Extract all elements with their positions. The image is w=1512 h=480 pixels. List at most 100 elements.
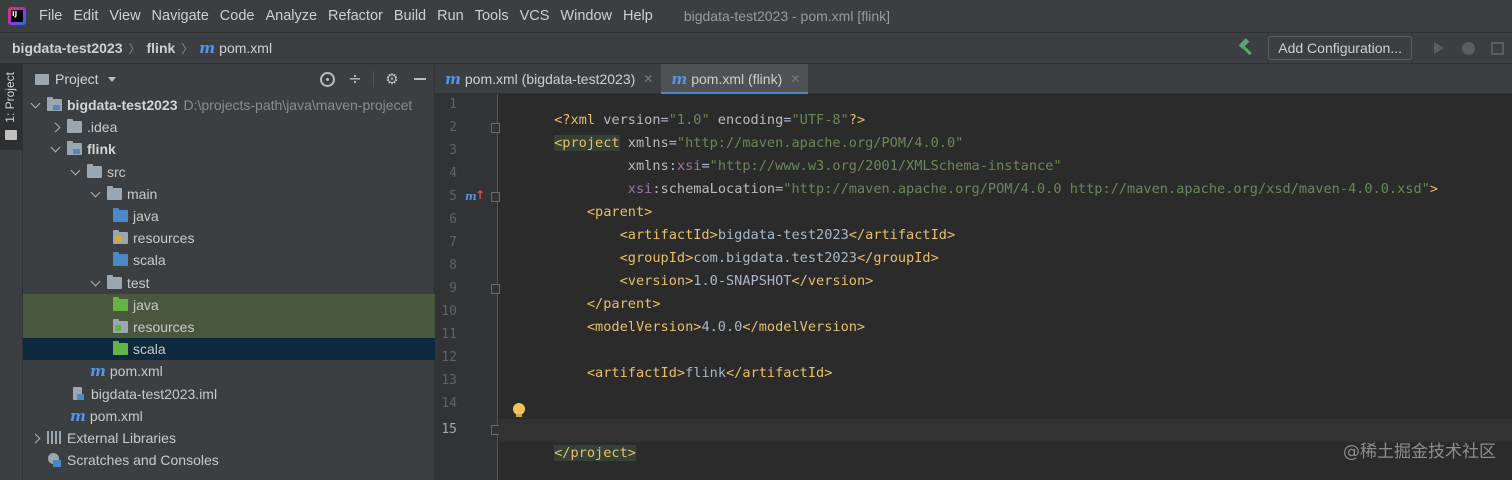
close-icon[interactable]: ✕	[790, 72, 800, 86]
line-number: 5	[449, 189, 457, 204]
menu-edit[interactable]: Edit	[73, 8, 98, 24]
line-number: 15	[441, 422, 457, 437]
arrow-up-icon[interactable]: ↑	[475, 188, 485, 202]
tree-item-project-root[interactable]: bigdata-test2023 D:\projects-path\java\m…	[23, 94, 435, 116]
chevron-down-icon[interactable]	[107, 76, 116, 82]
breadcrumb-project[interactable]: bigdata-test2023	[12, 40, 122, 56]
add-configuration-button[interactable]: Add Configuration...	[1268, 36, 1412, 60]
lightbulb-icon[interactable]	[513, 403, 525, 417]
watermark: @稀土掘金技术社区	[1343, 442, 1496, 462]
tree-item-label: Scratches and Consoles	[67, 452, 219, 469]
menu-analyze[interactable]: Analyze	[265, 8, 317, 24]
xml-tag: <artifactId>	[586, 365, 686, 381]
tree-item-iml[interactable]: bigdata-test2023.iml	[23, 382, 435, 404]
close-icon[interactable]: ✕	[643, 72, 653, 86]
line-number: 14	[441, 396, 457, 411]
tree-item-label: scala	[133, 341, 166, 358]
menu-code[interactable]: Code	[220, 8, 255, 24]
tree-item-label: test	[127, 274, 150, 291]
folder-icon	[87, 163, 102, 178]
xml-tag: </modelVersion>	[742, 319, 866, 335]
tree-item-flink-pom[interactable]: m pom.xml	[23, 360, 435, 382]
folder-icon	[107, 274, 122, 289]
test-resources-folder-icon	[113, 318, 128, 333]
chevron-down-icon[interactable]	[49, 143, 61, 155]
chevron-down-icon[interactable]	[89, 188, 101, 200]
tree-item-flink[interactable]: flink	[23, 138, 435, 160]
test-folder-icon	[113, 296, 128, 311]
chevron-down-icon[interactable]	[29, 99, 41, 111]
menu-run[interactable]: Run	[437, 8, 464, 24]
run-toolbar: Add Configuration...	[1237, 33, 1512, 63]
tree-item-test[interactable]: test	[23, 272, 435, 294]
menu-refactor[interactable]: Refactor	[328, 8, 383, 24]
menu-view[interactable]: View	[109, 8, 140, 24]
tree-item-main-java[interactable]: java	[23, 205, 435, 227]
locate-icon[interactable]	[320, 71, 335, 87]
tab-label: pom.xml (flink)	[691, 71, 783, 87]
code-editor[interactable]: 1 2 3 4 5 6 7 8 9 10 11 12 13 14 15 m ↑ …	[435, 94, 1512, 480]
tree-item-src[interactable]: src	[23, 161, 435, 183]
menu-help[interactable]: Help	[623, 8, 653, 24]
menu-tools[interactable]: Tools	[475, 8, 509, 24]
editor-tab-bar: m pom.xml (bigdata-test2023) ✕ m pom.xml…	[435, 64, 1512, 95]
tree-item-label: bigdata-test2023	[67, 97, 178, 114]
xml-tag: </version>	[791, 273, 874, 289]
fold-marker[interactable]	[491, 123, 500, 133]
tab-pom-flink[interactable]: m pom.xml (flink) ✕	[661, 64, 809, 95]
menu-window[interactable]: Window	[560, 8, 612, 24]
left-tool-strip: 1: Project	[0, 64, 23, 480]
project-tool-tab-label: 1: Project	[3, 72, 17, 123]
tree-item-main-resources[interactable]: resources	[23, 227, 435, 249]
attribute-name: schemaLocation	[660, 181, 776, 197]
folder-icon	[107, 185, 122, 200]
hammer-icon[interactable]	[1237, 39, 1255, 57]
breadcrumb-file[interactable]: pom.xml	[219, 40, 272, 56]
tree-item-test-scala[interactable]: scala	[23, 338, 435, 361]
breadcrumb-module[interactable]: flink	[147, 40, 176, 56]
test-folder-icon	[113, 341, 128, 356]
coverage-icon[interactable]	[1491, 41, 1504, 55]
xml-tag: <modelVersion>	[586, 319, 702, 335]
tree-item-test-resources[interactable]: resources	[23, 315, 435, 339]
fold-marker[interactable]	[491, 284, 500, 294]
collapse-all-icon[interactable]	[347, 71, 363, 87]
source-folder-icon	[113, 252, 128, 267]
chevron-down-icon[interactable]	[89, 277, 101, 289]
chevron-right-icon[interactable]	[49, 121, 61, 133]
tree-item-main-scala[interactable]: scala	[23, 249, 435, 271]
tree-item-main[interactable]: main	[23, 183, 435, 205]
tree-item-test-java[interactable]: java	[23, 293, 435, 316]
project-tool-tab[interactable]: 1: Project	[0, 64, 22, 150]
tree-item-external-libraries[interactable]: External Libraries	[23, 427, 435, 449]
maven-file-icon: m	[199, 39, 216, 57]
tree-item-label: .idea	[87, 119, 118, 136]
minimize-icon[interactable]	[414, 78, 426, 80]
menu-vcs[interactable]: VCS	[520, 8, 550, 24]
line-number: 7	[449, 235, 457, 250]
folder-icon	[35, 73, 49, 85]
navigation-bar: bigdata-test2023 〉 flink 〉 m pom.xml Add…	[0, 32, 1512, 64]
tree-item-idea[interactable]: .idea	[23, 116, 435, 138]
menu-build[interactable]: Build	[394, 8, 426, 24]
module-folder-icon	[67, 141, 82, 156]
maven-file-icon: m	[671, 70, 688, 88]
maven-file-icon: m	[90, 362, 106, 381]
fold-marker[interactable]	[491, 192, 500, 202]
tree-item-root-pom[interactable]: m pom.xml	[23, 405, 435, 427]
tree-item-label: java	[133, 296, 159, 313]
toolbar-divider	[373, 71, 374, 87]
xml-tag: </project>	[554, 445, 636, 461]
chevron-right-icon: 〉	[128, 41, 141, 56]
menu-navigate[interactable]: Navigate	[152, 8, 209, 24]
tab-pom-root[interactable]: m pom.xml (bigdata-test2023) ✕	[435, 64, 661, 94]
project-view-selector[interactable]: Project	[55, 71, 99, 87]
chevron-down-icon[interactable]	[69, 166, 81, 178]
tree-item-scratches[interactable]: Scratches and Consoles	[23, 449, 435, 471]
run-icon[interactable]	[1434, 42, 1444, 54]
gear-icon[interactable]: ⚙	[384, 71, 400, 87]
xml-text: 1.0-SNAPSHOT	[693, 273, 792, 289]
debug-icon[interactable]	[1462, 41, 1475, 55]
menu-file[interactable]: File	[39, 8, 62, 24]
chevron-right-icon[interactable]	[29, 432, 41, 444]
